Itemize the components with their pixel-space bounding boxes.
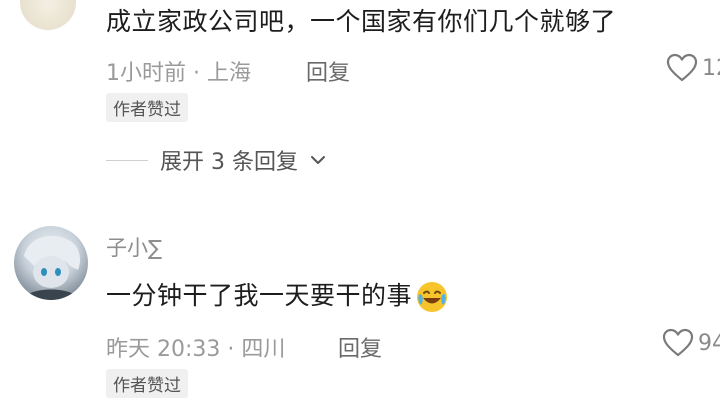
expand-replies-button[interactable]: 展开 3 条回复 bbox=[106, 144, 326, 176]
like-button[interactable]: 94 bbox=[662, 328, 720, 358]
heart-icon bbox=[666, 53, 698, 82]
chevron-down-icon bbox=[310, 156, 325, 164]
reply-button[interactable]: 回复 bbox=[338, 331, 382, 363]
comment-text: 成立家政公司吧，一个国家有你们几个就够了 bbox=[106, 7, 617, 36]
comment-meta: 昨天 20:33 · 四川 bbox=[106, 337, 286, 362]
expand-replies-label: 展开 3 条回复 bbox=[160, 150, 298, 175]
author-liked-badge: 作者赞过 bbox=[106, 369, 188, 398]
reply-button[interactable]: 回复 bbox=[306, 55, 350, 87]
comment-meta: 1小时前 · 上海 bbox=[106, 61, 251, 86]
author-liked-badge: 作者赞过 bbox=[106, 93, 188, 122]
comment-text: 一分钟干了我一天要干的事 bbox=[106, 276, 448, 313]
avatar-image bbox=[22, 235, 80, 300]
avatar[interactable] bbox=[20, 0, 76, 30]
comment-text-body: 一分钟干了我一天要干的事 bbox=[106, 281, 413, 310]
username[interactable]: 子小∑ bbox=[106, 232, 162, 262]
avatar[interactable] bbox=[14, 226, 88, 300]
like-count: 12 bbox=[702, 55, 720, 81]
cry-laugh-emoji-icon bbox=[417, 282, 448, 312]
comment-section: 成立家政公司吧，一个国家有你们几个就够了 1小时前 · 上海 回复 12 作者赞… bbox=[0, 0, 720, 405]
heart-icon bbox=[662, 328, 694, 357]
divider bbox=[106, 159, 148, 161]
like-count: 94 bbox=[698, 330, 720, 356]
like-button[interactable]: 12 bbox=[666, 53, 720, 83]
